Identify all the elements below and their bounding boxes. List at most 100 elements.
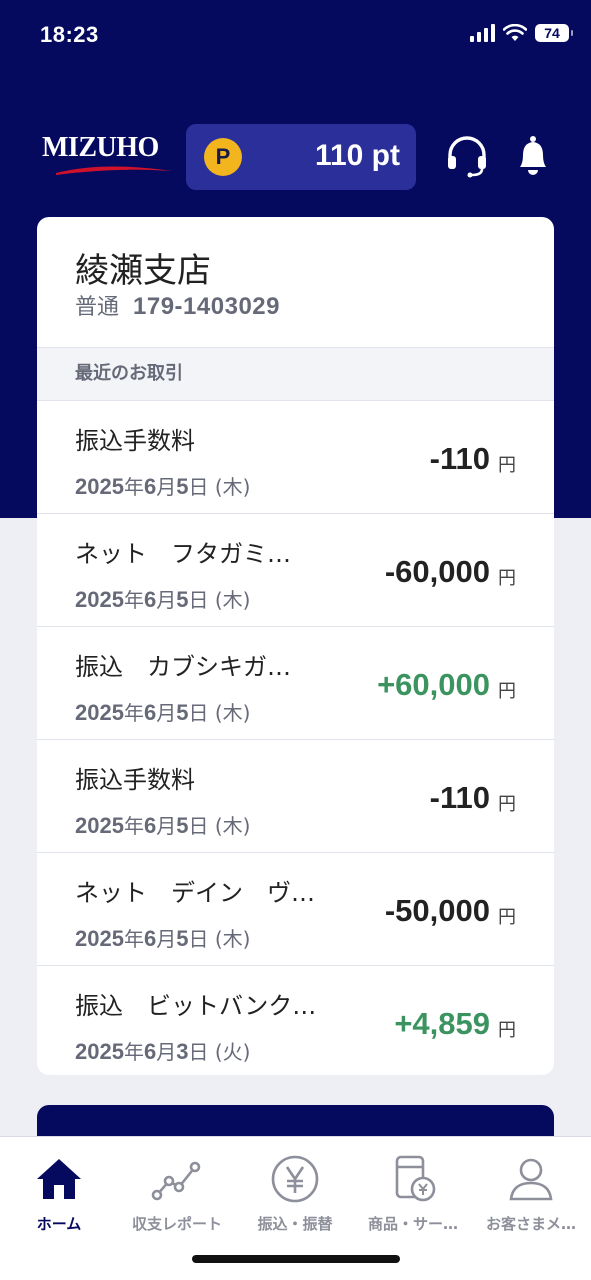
date-unit-day: 日	[188, 588, 209, 612]
transaction-row[interactable]: 振込 ビットバンク… 2025年6月3日 (火) +4,859 円	[37, 966, 554, 1075]
nav-label: 振込・振替	[257, 1215, 333, 1233]
transaction-date: 2025年6月5日 (木)	[75, 697, 250, 726]
transaction-amount: +60,000	[377, 667, 490, 702]
date-month: 6	[143, 700, 157, 725]
date-unit-month: 月	[156, 475, 177, 499]
notifications-button[interactable]	[510, 133, 556, 179]
date-month: 6	[143, 926, 157, 951]
nav-home[interactable]: ホーム	[0, 1153, 118, 1234]
account-info: 普通 179-1403029	[75, 289, 280, 321]
date-unit-day: 日	[188, 927, 209, 951]
points-coin-icon: P	[204, 138, 242, 176]
date-year: 2025	[75, 926, 124, 951]
support-button[interactable]	[444, 133, 490, 179]
branch-name: 綾瀬支店	[75, 251, 211, 291]
date-day: 3	[176, 1039, 189, 1064]
date-unit-year: 年	[123, 475, 144, 499]
points-balance-button[interactable]: P 110 pt	[186, 124, 416, 190]
date-weekday: (火)	[214, 1040, 251, 1064]
date-year: 2025	[75, 474, 124, 499]
chart-line-icon	[151, 1161, 201, 1201]
date-unit-month: 月	[156, 701, 177, 725]
date-unit-year: 年	[123, 701, 144, 725]
status-time: 18:23	[40, 22, 99, 47]
account-number: 179-1403029	[133, 293, 280, 320]
date-unit-day: 日	[188, 814, 209, 838]
status-bar: 18:23 74	[0, 0, 591, 70]
recent-transactions-header: 最近のお取引	[37, 347, 554, 401]
date-month: 6	[143, 587, 157, 612]
transaction-amount: -60,000	[384, 554, 490, 589]
nav-customer[interactable]: お客さまメ…	[472, 1153, 590, 1234]
date-month: 6	[143, 813, 157, 838]
date-year: 2025	[75, 1039, 124, 1064]
cellular-signal-icon	[470, 24, 495, 42]
nav-transfer[interactable]: 振込・振替	[236, 1153, 354, 1234]
transaction-row[interactable]: ネット フタガミ… 2025年6月5日 (木) -60,000 円	[37, 514, 554, 627]
person-icon	[509, 1158, 553, 1201]
nav-label: ホーム	[36, 1215, 82, 1233]
date-day: 5	[176, 700, 189, 725]
products-icon	[395, 1155, 436, 1202]
date-day: 5	[176, 474, 189, 499]
home-indicator	[192, 1255, 400, 1263]
bell-icon	[520, 136, 546, 175]
headset-icon	[448, 136, 486, 178]
nav-products[interactable]: 商品・サー…	[354, 1153, 472, 1234]
transaction-row[interactable]: ネット デイン ヴ… 2025年6月5日 (木) -50,000 円	[37, 853, 554, 966]
date-year: 2025	[75, 700, 124, 725]
nav-report[interactable]: 収支レポート	[118, 1153, 236, 1234]
transaction-date: 2025年6月5日 (木)	[75, 471, 250, 500]
transaction-description: 振込 ビットバンク…	[75, 992, 317, 1020]
mizuho-logo: MIZUHO	[42, 133, 174, 183]
date-unit-day: 日	[188, 1040, 209, 1064]
transaction-date: 2025年6月3日 (火)	[75, 1036, 250, 1065]
nav-label: 商品・サー…	[367, 1215, 458, 1233]
transaction-date: 2025年6月5日 (木)	[75, 810, 250, 839]
nav-label: 収支レポート	[131, 1215, 222, 1233]
date-unit-day: 日	[188, 475, 209, 499]
date-unit-month: 月	[156, 588, 177, 612]
logo-swoosh-icon	[56, 166, 172, 175]
transaction-date: 2025年6月5日 (木)	[75, 584, 250, 613]
date-year: 2025	[75, 587, 124, 612]
currency-unit: 円	[498, 455, 516, 476]
currency-unit: 円	[498, 681, 516, 702]
transaction-row[interactable]: 振込 カブシキガ… 2025年6月5日 (木) +60,000 円	[37, 627, 554, 740]
account-card: 綾瀬支店 普通 179-1403029 最近のお取引 振込手数料 2025年6月5日…	[37, 217, 554, 1075]
date-unit-year: 年	[123, 588, 144, 612]
date-weekday: (木)	[214, 588, 251, 612]
date-unit-month: 月	[156, 927, 177, 951]
date-day: 5	[176, 926, 189, 951]
transaction-amount: -50,000	[384, 893, 490, 928]
transaction-row[interactable]: 振込手数料 2025年6月5日 (木) -110 円	[37, 401, 554, 514]
currency-unit: 円	[498, 568, 516, 589]
date-unit-month: 月	[156, 1040, 177, 1064]
date-unit-day: 日	[188, 701, 209, 725]
currency-unit: 円	[498, 1020, 516, 1041]
transaction-date: 2025年6月5日 (木)	[75, 923, 250, 952]
date-day: 5	[176, 587, 189, 612]
date-weekday: (木)	[214, 701, 251, 725]
date-weekday: (木)	[214, 927, 251, 951]
date-unit-year: 年	[123, 927, 144, 951]
transaction-description: 振込 カブシキガ…	[75, 653, 291, 681]
date-weekday: (木)	[214, 475, 251, 499]
nav-label: お客さまメ…	[485, 1215, 576, 1233]
transaction-description: ネット デイン ヴ…	[75, 879, 315, 907]
date-unit-year: 年	[123, 814, 144, 838]
date-unit-month: 月	[156, 814, 177, 838]
transaction-row[interactable]: 振込手数料 2025年6月5日 (木) -110 円	[37, 740, 554, 853]
transaction-amount: -110	[429, 780, 490, 815]
logo-text: MIZUHO	[42, 132, 159, 163]
transaction-amount: -110	[429, 441, 490, 476]
yen-coin-icon	[271, 1155, 319, 1203]
date-day: 5	[176, 813, 189, 838]
currency-unit: 円	[498, 794, 516, 815]
transaction-amount: +4,859	[394, 1006, 490, 1041]
wifi-icon	[503, 24, 527, 41]
home-icon	[37, 1159, 81, 1199]
date-unit-year: 年	[123, 1040, 144, 1064]
points-value: 110 pt	[314, 139, 400, 172]
transaction-description: 振込手数料	[75, 427, 195, 455]
